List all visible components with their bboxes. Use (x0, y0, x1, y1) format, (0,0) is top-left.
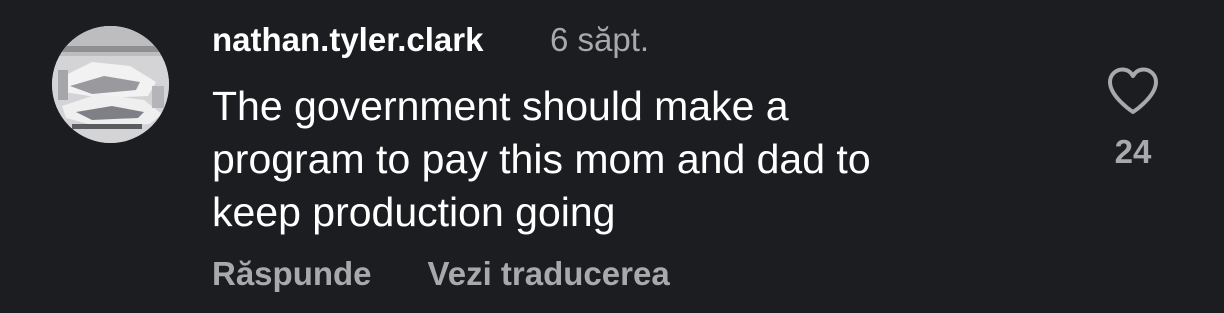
avatar-image (52, 26, 169, 143)
like-button[interactable]: 24 (1102, 66, 1164, 172)
heart-outline-icon[interactable] (1106, 66, 1160, 116)
comment-username[interactable]: nathan.tyler.clark (212, 18, 483, 62)
comment-text-line: keep production going (212, 189, 616, 235)
comment-timestamp: 6 săpt. (550, 21, 650, 58)
avatar[interactable] (52, 26, 169, 143)
comment-text-line: The government should make a (212, 83, 789, 129)
comment-text: The government should make a program to … (212, 80, 1072, 239)
reply-button[interactable]: Răspunde (212, 252, 372, 296)
like-count: 24 (1114, 133, 1152, 170)
comment-text-line: program to pay this mom and dad to (212, 136, 871, 182)
see-translation-button[interactable]: Vezi traducerea (428, 252, 670, 296)
comment-actions: Răspunde Vezi traducerea (212, 252, 670, 296)
